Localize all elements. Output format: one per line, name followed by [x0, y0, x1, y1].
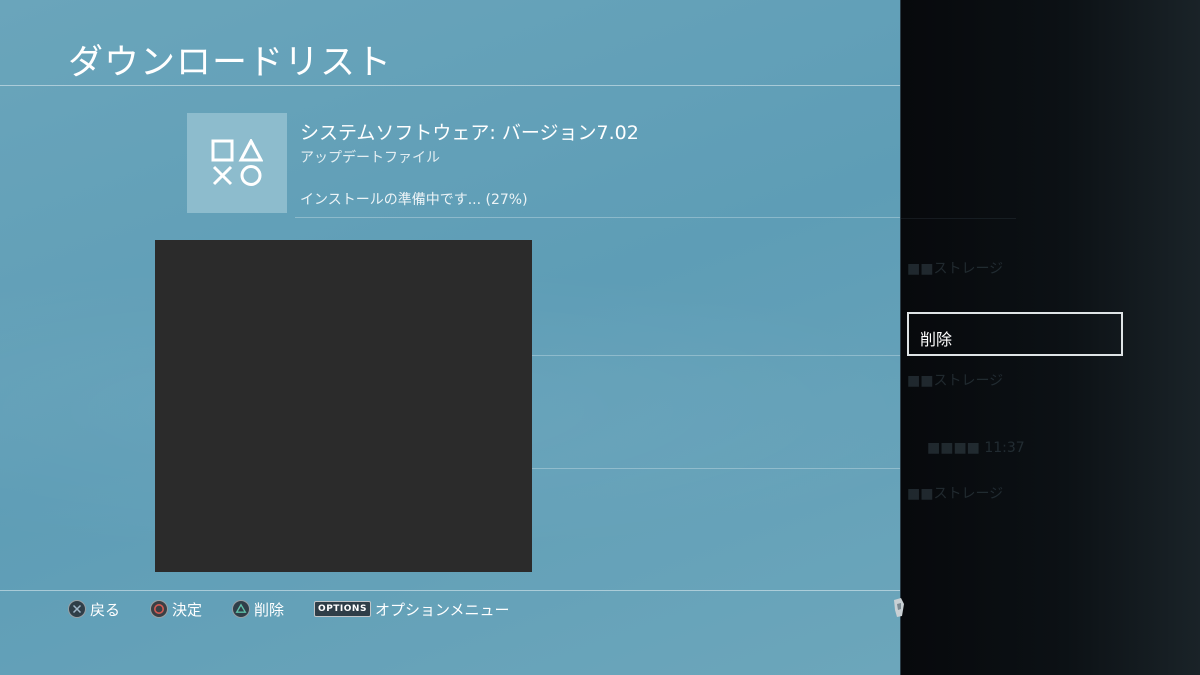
- back-hint[interactable]: 戻る: [68, 599, 120, 620]
- playstation-shapes-icon: [211, 139, 263, 186]
- back-label: 戻る: [90, 600, 121, 619]
- redacted-panel: [155, 240, 532, 572]
- circle-button-icon: [150, 600, 169, 618]
- download-list-screen: ダウンロードリスト システムソフトウェア: バージョン7.02 アップデートファ…: [0, 0, 900, 675]
- ghost-text: ■■ストレージ: [907, 373, 1004, 389]
- cross-button-icon: [68, 600, 86, 618]
- ghost-text: ■■ストレージ: [907, 261, 1004, 277]
- row-divider: [532, 355, 900, 356]
- item-subtitle: アップデートファイル: [300, 150, 440, 166]
- header-divider: [0, 85, 900, 86]
- options-menu-panel: ■■ストレージ ■■ストレージ ■■■■ 11:37 ■■ストレージ 削除: [894, 0, 1200, 675]
- item-thumbnail: [187, 113, 287, 213]
- delete-hint[interactable]: 削除: [232, 599, 284, 620]
- confirm-hint[interactable]: 決定: [150, 599, 202, 620]
- triangle-button-icon: [232, 600, 251, 618]
- menu-item-label: 削除: [920, 330, 953, 349]
- ghost-text: ■■ストレージ: [907, 486, 1004, 502]
- delete-label: 削除: [254, 600, 285, 619]
- row-divider: [532, 468, 900, 469]
- page-title: ダウンロードリスト: [68, 43, 393, 83]
- ghost-divider: [901, 218, 1016, 219]
- user-indicator: [891, 596, 907, 618]
- item-title: システムソフトウェア: バージョン7.02: [300, 122, 639, 144]
- user-avatar-icon: [894, 598, 904, 617]
- ghost-text: ■■■■ 11:37: [927, 440, 1025, 456]
- install-status: インストールの準備中です... (27%): [300, 192, 528, 208]
- options-button-icon: OPTIONS: [314, 601, 371, 617]
- options-hint[interactable]: OPTIONS オプションメニュー: [314, 599, 510, 620]
- footer-divider: [0, 590, 900, 591]
- confirm-label: 決定: [172, 600, 203, 619]
- item-divider: [295, 217, 900, 218]
- options-label: オプションメニュー: [374, 600, 510, 619]
- button-hints: 戻る 決定 削除 OPTIONS オプションメニュー: [68, 596, 540, 622]
- download-item[interactable]: システムソフトウェア: バージョン7.02 アップデートファイル インストールの…: [187, 113, 900, 217]
- menu-item-delete[interactable]: 削除: [907, 312, 1123, 356]
